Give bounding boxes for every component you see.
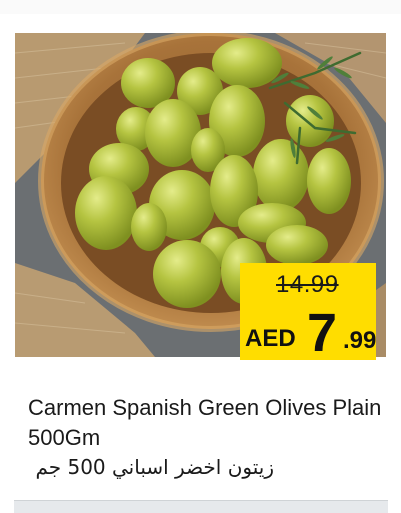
product-name-arabic: زيتون اخضر اسباني 500 جم (35, 455, 274, 479)
next-card-edge (14, 500, 388, 513)
price-integer: 7 (307, 303, 338, 363)
product-name-english[interactable]: Carmen Spanish Green Olives Plain 500Gm (28, 393, 388, 453)
old-price: 14.99 (276, 271, 339, 298)
currency-label: AED (245, 325, 296, 352)
card-top-divider (0, 0, 401, 14)
product-card[interactable]: 14.99 AED 7 .99 Carmen Spanish Green Oli… (0, 0, 401, 513)
price-decimal: .99 (343, 327, 377, 354)
